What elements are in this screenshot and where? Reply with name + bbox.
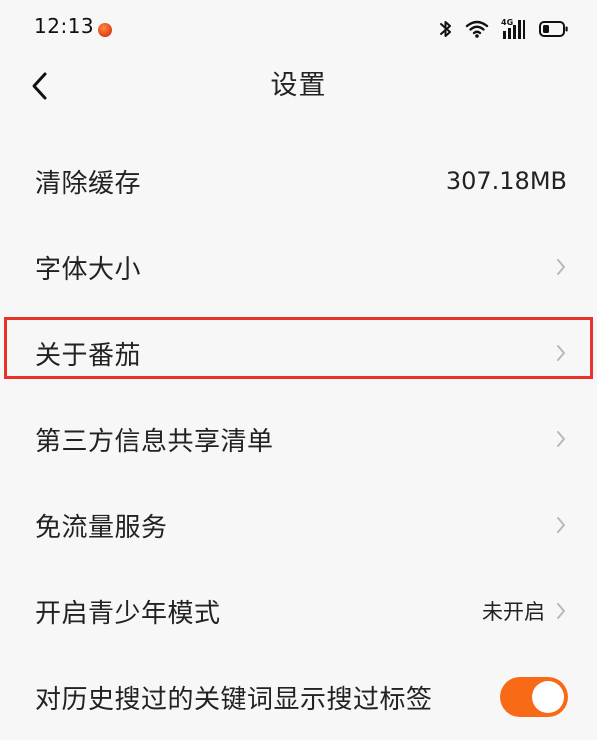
- setting-label: 对历史搜过的关键词显示搜过标签: [35, 684, 433, 715]
- teen-mode-status: 未开启: [482, 600, 545, 624]
- signal-icon: 4G: [501, 18, 525, 39]
- setting-label: 清除缓存: [35, 168, 142, 199]
- status-time: 12:13: [34, 14, 95, 38]
- page-title: 设置: [270, 70, 327, 101]
- setting-label: 字体大小: [35, 254, 142, 285]
- setting-third-party-sharing-list[interactable]: 第三方信息共享清单: [0, 396, 597, 482]
- chevron-right-icon: [557, 259, 565, 275]
- toggle-knob: [532, 681, 564, 713]
- header: 设置: [0, 58, 597, 116]
- chevron-right-icon: [557, 345, 565, 361]
- settings-list: 清除缓存 307.18MB 字体大小 关于番茄 第三方信息共享清单 免流量服务 …: [0, 138, 597, 740]
- setting-about-tomato[interactable]: 关于番茄: [0, 310, 597, 396]
- status-icons: 4G: [439, 14, 569, 44]
- wifi-icon: [465, 20, 489, 38]
- setting-show-searched-tag: 对历史搜过的关键词显示搜过标签: [0, 654, 597, 740]
- setting-label: 关于番茄: [35, 340, 142, 371]
- app-notification-icon: [98, 23, 112, 37]
- setting-teen-mode[interactable]: 开启青少年模式 未开启: [0, 568, 597, 654]
- status-bar: 12:13 4G: [0, 0, 597, 58]
- battery-icon: [539, 21, 568, 37]
- chevron-right-icon: [557, 603, 565, 619]
- setting-clear-cache[interactable]: 清除缓存 307.18MB: [0, 138, 597, 224]
- setting-label: 免流量服务: [35, 512, 168, 543]
- chevron-right-icon: [557, 431, 565, 447]
- chevron-right-icon: [557, 517, 565, 533]
- setting-label: 开启青少年模式: [35, 598, 221, 629]
- setting-font-size[interactable]: 字体大小: [0, 224, 597, 310]
- network-type-label: 4G: [501, 18, 513, 27]
- bluetooth-icon: [440, 21, 451, 37]
- cache-size-value: 307.18MB: [445, 167, 567, 195]
- searched-tag-toggle[interactable]: [500, 677, 568, 717]
- setting-label: 第三方信息共享清单: [35, 426, 274, 457]
- setting-free-data-service[interactable]: 免流量服务: [0, 482, 597, 568]
